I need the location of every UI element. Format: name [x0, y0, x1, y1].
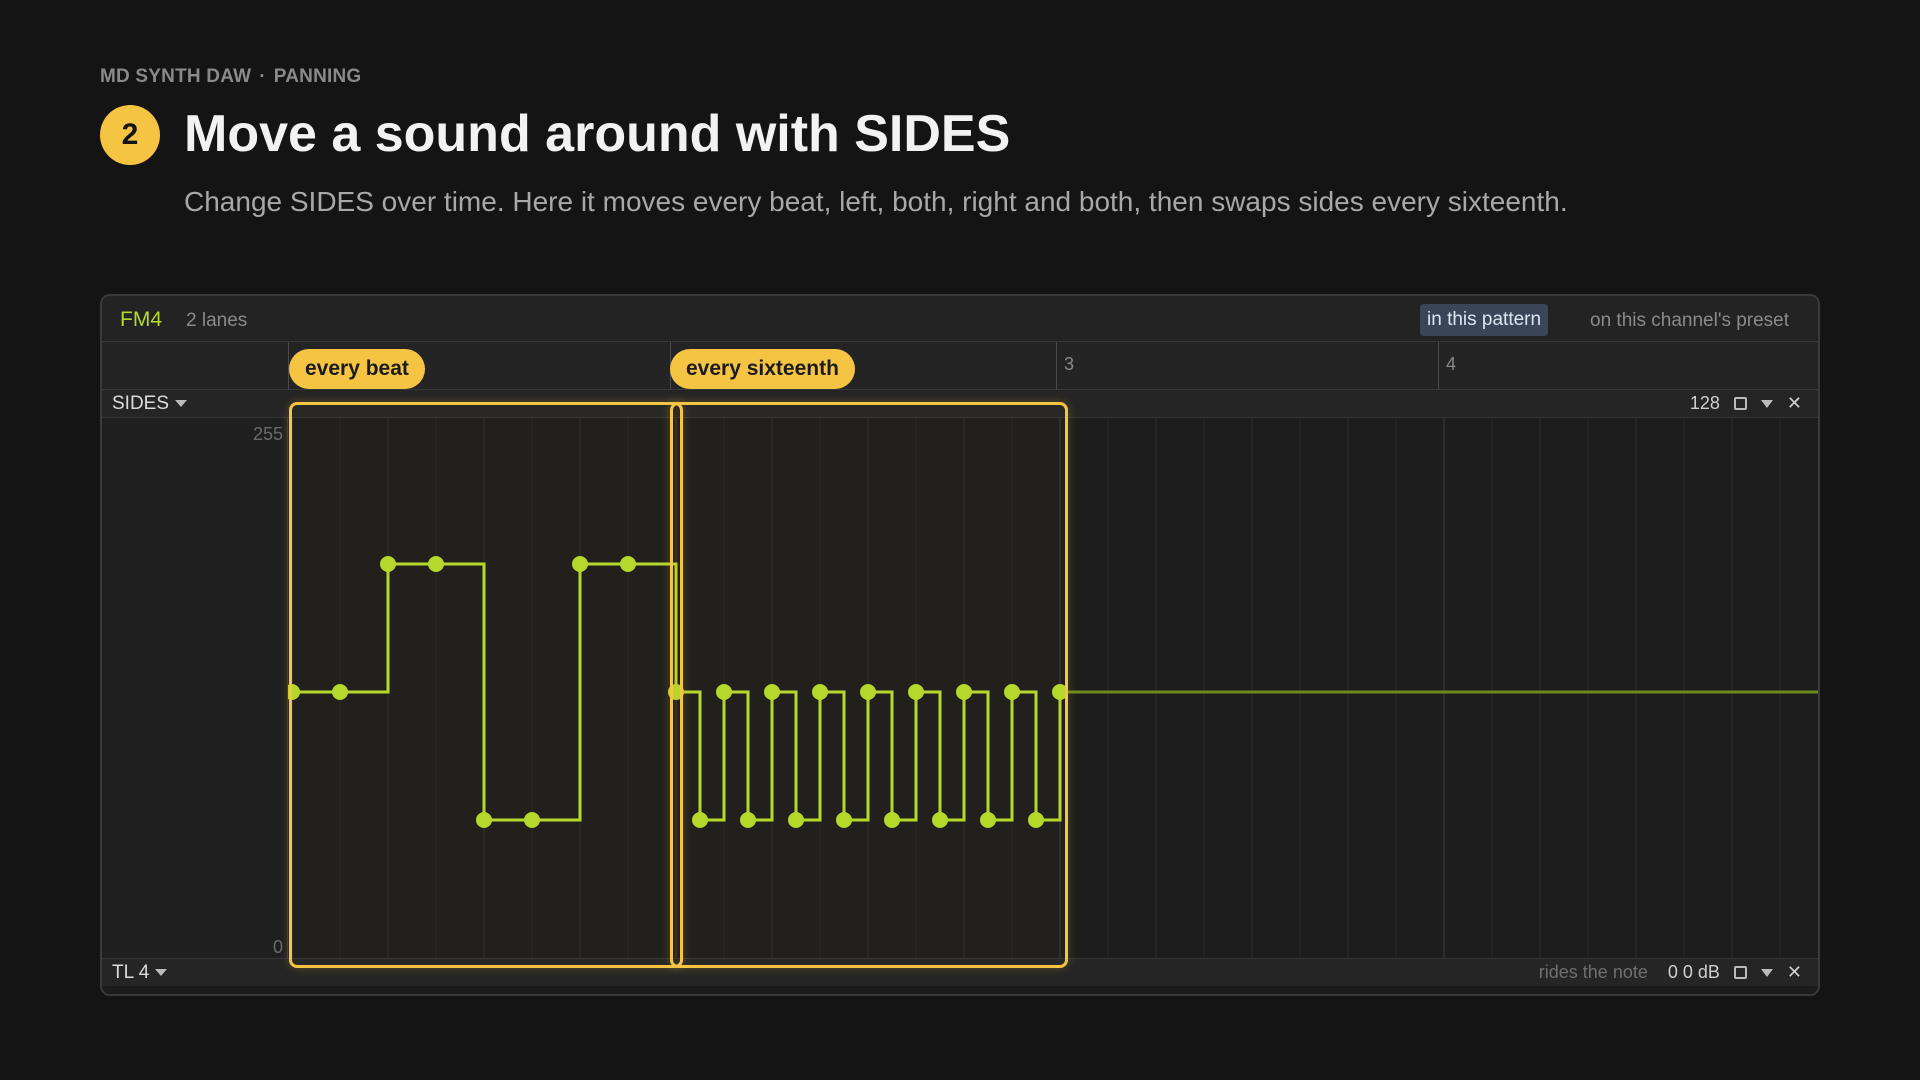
- close-icon[interactable]: ✕: [1787, 393, 1802, 414]
- page-title: Move a sound around with SIDES: [184, 105, 1011, 163]
- chevron-down-icon: [175, 400, 188, 408]
- breadcrumb-app: MD SYNTH DAW: [100, 66, 252, 87]
- lane-value: 128: [1689, 393, 1720, 413]
- bottom-lane-name: TL 4: [112, 962, 150, 983]
- footer-strip: [102, 986, 1818, 994]
- panel-header: FM4 2 lanes in this pattern on this chan…: [102, 296, 1818, 342]
- highlight-every-sixteenth: [670, 402, 1068, 968]
- range-min-label: 0: [272, 937, 283, 957]
- lane-controls: 128 ✕: [1690, 393, 1802, 414]
- rides-note-label: rides the note: [1538, 962, 1648, 982]
- callout-every-sixteenth: every sixteenth: [670, 349, 855, 389]
- range-max-label: 255: [252, 424, 283, 444]
- square-icon[interactable]: [1733, 966, 1747, 979]
- square-icon[interactable]: [1733, 397, 1747, 410]
- ruler-tick: [1056, 342, 1057, 390]
- scope-this-pattern-button[interactable]: in this pattern: [1420, 304, 1549, 336]
- page-subtitle: Change SIDES over time. Here it moves ev…: [184, 186, 1568, 217]
- dropdown-arrow-icon[interactable]: [1760, 968, 1773, 977]
- callout-every-beat: every beat: [289, 349, 425, 389]
- ruler-mark-bar-3: 3: [1064, 354, 1075, 374]
- lane-select-sides[interactable]: SIDES: [112, 393, 188, 415]
- bottom-lane-controls: rides the note 0 0 dB ✕: [1539, 962, 1802, 983]
- close-icon[interactable]: ✕: [1787, 962, 1802, 983]
- value-gutter: 255 0: [102, 418, 288, 960]
- bottom-lane-value: 0 0 dB: [1667, 962, 1720, 982]
- lane-name: SIDES: [112, 393, 170, 414]
- lanes-count: 2 lanes: [186, 310, 248, 331]
- breadcrumb-section: PANNING: [273, 66, 362, 87]
- breadcrumb: MD SYNTH DAW · PANNING: [100, 66, 361, 88]
- chevron-down-icon: [155, 969, 168, 977]
- lane-select-tl4[interactable]: TL 4: [112, 962, 168, 984]
- step-number-badge: 2: [100, 105, 160, 165]
- scope-channel-preset-button[interactable]: on this channel's preset: [1590, 310, 1789, 332]
- breadcrumb-separator: ·: [259, 66, 266, 87]
- dropdown-arrow-icon[interactable]: [1760, 399, 1773, 408]
- track-name[interactable]: FM4: [120, 308, 162, 332]
- ruler-tick: [1438, 342, 1439, 390]
- highlight-every-beat: [289, 402, 683, 968]
- ruler-mark-bar-4: 4: [1446, 354, 1457, 374]
